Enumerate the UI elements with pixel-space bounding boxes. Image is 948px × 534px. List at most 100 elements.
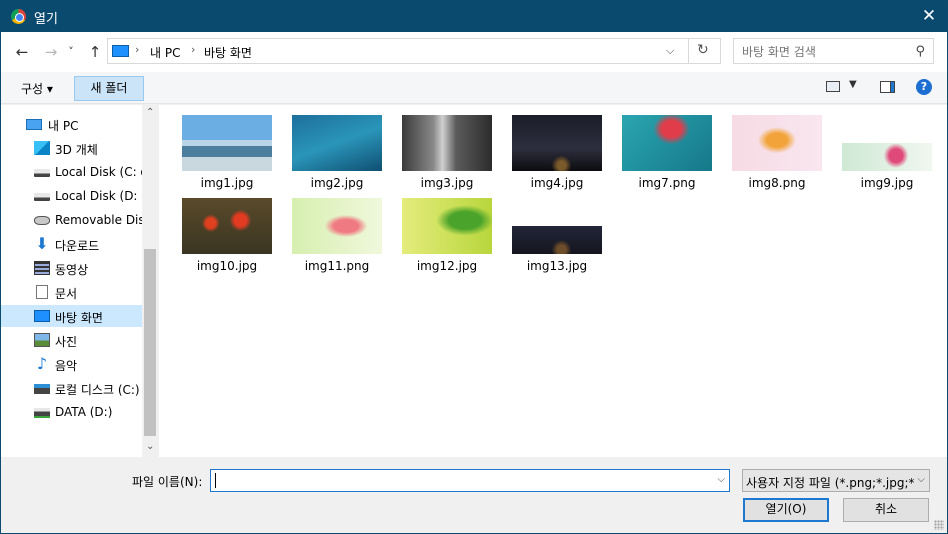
tree-item-label: Local Disk (C: on xyxy=(55,165,142,179)
tree-item-local-disk-c[interactable]: Local Disk (C: on xyxy=(1,161,142,183)
open-button[interactable]: 열기(O) xyxy=(743,498,829,522)
image-thumbnail xyxy=(512,115,602,171)
removable-disk-icon xyxy=(34,216,50,225)
file-type-filter-value: 사용자 지정 파일 (*.png;*.jpg;* xyxy=(746,476,914,490)
file-item-img12[interactable]: img12.jpg xyxy=(402,198,512,282)
disk-icon xyxy=(34,193,50,201)
file-item-img7[interactable]: img7.png xyxy=(622,115,732,199)
breadcrumb-this-pc[interactable]: 내 PC xyxy=(150,44,180,61)
file-name: img7.png xyxy=(638,176,696,190)
up-button[interactable]: ↑ xyxy=(85,42,105,62)
forward-button[interactable]: → xyxy=(41,42,61,62)
file-item-img1[interactable]: img1.jpg xyxy=(182,115,292,199)
desktop-icon xyxy=(112,45,129,57)
breadcrumb-desktop[interactable]: 바탕 화면 xyxy=(204,44,252,61)
file-name: img10.jpg xyxy=(196,259,258,273)
tree-item-label: 3D 개체 xyxy=(55,143,98,157)
tree-item-desktop[interactable]: 바탕 화면 xyxy=(1,305,142,327)
preview-pane-icon[interactable] xyxy=(880,81,895,93)
divider xyxy=(688,39,689,63)
image-thumbnail xyxy=(182,115,272,171)
file-name: img9.jpg xyxy=(860,176,914,190)
search-icon[interactable]: ⚲ xyxy=(915,44,925,59)
tree-item-label: 다운로드 xyxy=(55,239,100,253)
tree-item-documents[interactable]: 문서 xyxy=(1,281,142,303)
scrollbar-thumb[interactable] xyxy=(144,249,156,436)
back-button[interactable]: ← xyxy=(12,42,32,62)
title-bar[interactable]: 열기 ✕ xyxy=(1,1,947,32)
help-icon[interactable]: ? xyxy=(916,79,932,95)
address-history-dropdown[interactable]: ⌵ xyxy=(666,44,674,58)
music-icon: ♪ xyxy=(36,354,48,373)
new-folder-button[interactable]: 새 폴더 xyxy=(74,76,144,101)
file-item-img10[interactable]: img10.jpg xyxy=(182,198,292,282)
tree-item-videos[interactable]: 동영상 xyxy=(1,257,142,279)
organize-button[interactable]: 구성 ▾ xyxy=(21,80,53,97)
file-name: img12.jpg xyxy=(416,259,478,273)
file-item-img4[interactable]: img4.jpg xyxy=(512,115,622,199)
navigation-bar: ← → ˅ ↑ › 내 PC › 바탕 화면 ⌵ ↻ ⚲ xyxy=(1,32,947,72)
image-thumbnail xyxy=(732,115,822,171)
tree-item-data-d[interactable]: DATA (D:) xyxy=(1,401,142,423)
file-item-img2[interactable]: img2.jpg xyxy=(292,115,402,199)
tree-item-music[interactable]: ♪ 음악 xyxy=(1,353,142,375)
file-name: img3.jpg xyxy=(420,176,474,190)
scroll-down-icon[interactable]: ⌄ xyxy=(146,441,154,452)
document-icon xyxy=(36,285,48,299)
tree-item-pictures[interactable]: 사진 xyxy=(1,329,142,351)
text-caret xyxy=(215,473,216,488)
file-name: img4.jpg xyxy=(530,176,584,190)
file-list: img1.jpg img2.jpg img3.jpg img4.jpg img7… xyxy=(159,105,947,457)
video-icon xyxy=(34,261,50,275)
image-thumbnail xyxy=(402,198,492,254)
image-thumbnail xyxy=(292,115,382,171)
address-bar[interactable]: › 내 PC › 바탕 화면 ⌵ ↻ xyxy=(107,38,721,64)
file-name: img8.png xyxy=(748,176,806,190)
file-item-img3[interactable]: img3.jpg xyxy=(402,115,512,199)
file-item-img11[interactable]: img11.png xyxy=(292,198,402,282)
recent-locations-button[interactable]: ˅ xyxy=(65,42,77,62)
refresh-icon[interactable]: ↻ xyxy=(697,42,709,58)
search-box[interactable]: ⚲ xyxy=(733,38,934,64)
pictures-icon xyxy=(34,333,50,347)
tree-item-this-pc[interactable]: 내 PC xyxy=(1,113,142,135)
3d-objects-icon xyxy=(34,141,50,155)
tree-item-removable-disk[interactable]: Removable Disk xyxy=(1,209,142,231)
navigation-pane-scrollbar[interactable]: ⌃ ⌄ xyxy=(142,105,158,457)
cancel-button[interactable]: 취소 xyxy=(843,498,929,522)
breadcrumb-separator: › xyxy=(135,43,140,56)
tree-item-local-disk-c-ko[interactable]: 로컬 디스크 (C:) xyxy=(1,377,142,399)
tree-item-label: 바탕 화면 xyxy=(55,311,103,325)
computer-icon xyxy=(26,119,42,130)
view-dropdown-icon[interactable]: ▼ xyxy=(849,79,857,90)
breadcrumb-separator: › xyxy=(191,43,196,56)
scroll-up-icon[interactable]: ⌃ xyxy=(146,107,154,118)
file-item-img8[interactable]: img8.png xyxy=(732,115,842,199)
image-thumbnail xyxy=(182,198,272,254)
file-type-filter[interactable]: 사용자 지정 파일 (*.png;*.jpg;* ⌵ xyxy=(742,469,930,492)
download-icon: ⬇ xyxy=(35,234,49,253)
file-name: img2.jpg xyxy=(310,176,364,190)
tree-item-label: 로컬 디스크 (C:) xyxy=(55,383,140,397)
file-name: img11.png xyxy=(304,259,370,273)
data-disk-icon xyxy=(34,408,50,418)
search-input[interactable] xyxy=(742,43,902,60)
file-name-label: 파일 이름(N): xyxy=(132,475,203,489)
file-item-img9[interactable]: img9.jpg xyxy=(842,115,947,199)
file-name-input[interactable]: ⌵ xyxy=(210,469,730,492)
tree-item-downloads[interactable]: ⬇ 다운로드 xyxy=(1,233,142,255)
file-item-img13[interactable]: img13.jpg xyxy=(512,198,622,282)
chevron-down-icon[interactable]: ⌵ xyxy=(717,474,725,485)
tree-item-label: Local Disk (D: on xyxy=(55,189,142,203)
resize-grip-icon[interactable] xyxy=(934,520,944,530)
tree-item-3d-objects[interactable]: 3D 개체 xyxy=(1,137,142,159)
disk-icon xyxy=(34,169,50,177)
chevron-down-icon[interactable]: ⌵ xyxy=(917,474,925,485)
image-thumbnail xyxy=(512,226,602,254)
tree-item-local-disk-d[interactable]: Local Disk (D: on xyxy=(1,185,142,207)
view-options-icon[interactable] xyxy=(826,81,840,92)
navigation-pane: 내 PC 3D 개체 Local Disk (C: on Local Disk … xyxy=(1,105,158,457)
image-thumbnail xyxy=(622,115,712,171)
close-button[interactable]: ✕ xyxy=(911,1,947,32)
tree-item-label: 동영상 xyxy=(55,263,89,277)
